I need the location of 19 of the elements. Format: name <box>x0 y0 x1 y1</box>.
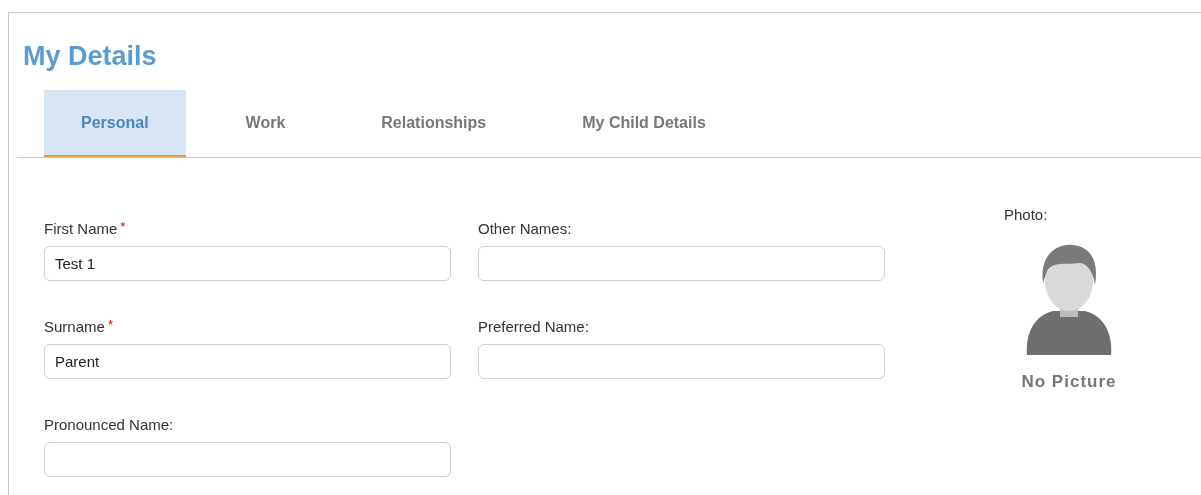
text-field[interactable]: Parent <box>44 344 451 379</box>
text-field[interactable] <box>478 344 885 379</box>
field-label: First Name <box>44 219 118 239</box>
page-title: My Details <box>23 40 158 73</box>
photo-label: Photo: <box>1004 205 1049 225</box>
field-label: Surname <box>44 317 105 337</box>
text-field[interactable]: Test 1 <box>44 246 451 281</box>
tab[interactable]: Personal <box>44 90 186 157</box>
required-mark: * <box>120 220 126 233</box>
field-label: Other Names: <box>478 219 572 239</box>
tab[interactable]: My Child Details <box>546 90 742 157</box>
field-label: Pronounced Name: <box>44 415 174 435</box>
text-field[interactable] <box>478 246 885 281</box>
tab[interactable]: Work <box>209 90 322 157</box>
no-picture-caption: No Picture <box>1021 370 1117 393</box>
tab[interactable]: Relationships <box>345 90 523 157</box>
field-label: Preferred Name: <box>478 317 589 337</box>
text-field[interactable] <box>44 442 451 477</box>
required-mark: * <box>107 318 113 331</box>
